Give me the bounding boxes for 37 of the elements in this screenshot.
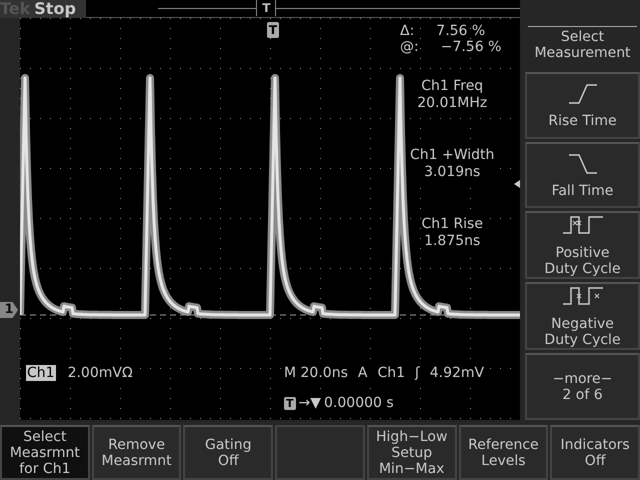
menu-title: Select Measurement	[528, 26, 637, 69]
menu-button[interactable]: Rise Time	[525, 72, 640, 139]
measurement-value: 3.019ns	[424, 164, 480, 181]
menu-button[interactable]: Reference Levels	[458, 425, 548, 480]
menu-button[interactable]: Select Measrmnt for Ch1	[0, 425, 90, 480]
measurement-value: 20.01MHz	[417, 95, 488, 112]
horizontal-position: 0.00000 s	[324, 395, 394, 411]
trigger-slope: ʃ	[415, 365, 420, 381]
trigger-position-marker: T	[256, 0, 276, 16]
cursor-value: 7.56 %	[436, 23, 486, 39]
measurement-name: Ch1 Freq	[421, 78, 484, 95]
trigger-mode: A	[358, 365, 368, 381]
position-arrow: →▼	[298, 395, 322, 411]
measurement-name: Ch1 +Width	[410, 147, 494, 164]
measurement-value: 1.875ns	[424, 233, 480, 250]
menu-button[interactable]: Remove Measrmnt	[92, 425, 182, 480]
menu-button[interactable]: Negative Duty Cycle	[525, 282, 640, 350]
cursor-value: −7.56 %	[440, 39, 502, 55]
menu-button[interactable]: Fall Time	[525, 142, 640, 208]
menu-button[interactable]: Positive Duty Cycle	[525, 211, 640, 280]
menu-button[interactable]: Gating Off	[183, 425, 274, 480]
cursor-label: @:	[400, 39, 419, 55]
left-arrow-icon	[514, 180, 520, 188]
acquisition-status: Stop	[34, 0, 77, 18]
trigger-level: 4.92mV	[430, 365, 484, 381]
trigger-source: Ch1	[377, 365, 406, 381]
menu-button[interactable]: −more− 2 of 6	[525, 353, 640, 420]
vertical-scale: 2.00mVΩ	[68, 365, 133, 381]
menu-button[interactable]: Indicators Off	[550, 425, 640, 480]
channel-label: Ch1	[26, 365, 56, 381]
cursor-label: Δ:	[400, 23, 414, 39]
trigger-marker: T	[267, 22, 279, 38]
measurement-name: Ch1 Rise	[421, 216, 483, 233]
menu-button[interactable]: High−Low Setup Min−Max	[366, 425, 457, 480]
timebase-readout: M 20.0ns	[284, 365, 348, 381]
channel-marker: 1	[0, 302, 18, 318]
trigger-marker: T	[284, 396, 296, 410]
